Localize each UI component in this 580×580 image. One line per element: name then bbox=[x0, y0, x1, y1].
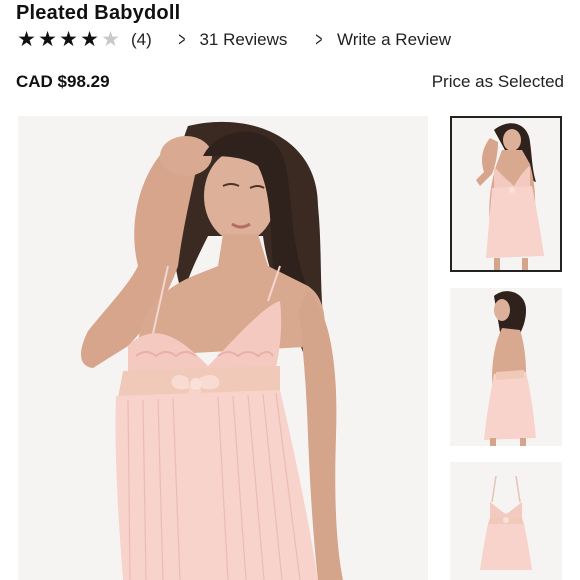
thumbnail-front-view[interactable] bbox=[450, 116, 562, 272]
star-filled-icon: ★ bbox=[80, 28, 99, 51]
product-price: CAD $98.29 bbox=[16, 72, 110, 91]
reviews-link-label: 31 Reviews bbox=[199, 30, 288, 49]
rating-count: (4) bbox=[131, 30, 152, 49]
rating-row: ★ ★ ★ ★ ★ (4) > 31 Reviews > Write a Rev… bbox=[16, 29, 451, 51]
star-empty-icon: ★ bbox=[101, 28, 120, 51]
thumbnail-image bbox=[450, 462, 562, 580]
star-filled-icon: ★ bbox=[59, 28, 78, 51]
price-note: Price as Selected bbox=[431, 72, 564, 91]
chevron-right-icon: > bbox=[315, 28, 323, 51]
star-filled-icon: ★ bbox=[17, 28, 36, 51]
product-title: Pleated Babydoll bbox=[16, 2, 181, 24]
thumbnail-image bbox=[450, 288, 562, 446]
model-front-photo bbox=[18, 116, 428, 580]
thumbnail-back-view[interactable] bbox=[450, 288, 562, 446]
write-review-label: Write a Review bbox=[337, 30, 452, 49]
star-rating[interactable]: ★ ★ ★ ★ ★ bbox=[16, 28, 121, 51]
thumbnail-flat-lay-view[interactable] bbox=[450, 462, 562, 580]
reviews-link[interactable]: > 31 Reviews bbox=[176, 28, 288, 52]
write-review-link[interactable]: > Write a Review bbox=[313, 29, 451, 52]
thumbnail-image bbox=[450, 116, 562, 272]
star-filled-icon: ★ bbox=[38, 28, 57, 51]
chevron-right-icon: > bbox=[178, 28, 186, 51]
main-product-image[interactable] bbox=[18, 116, 428, 580]
